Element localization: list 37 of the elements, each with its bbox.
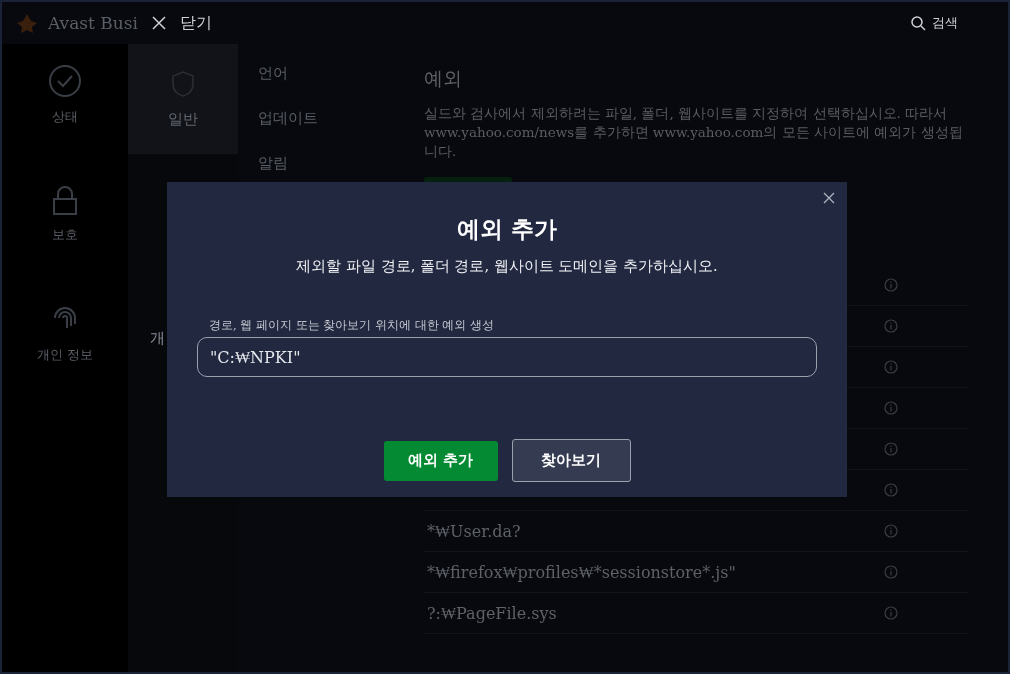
close-button[interactable]: 닫기 (151, 12, 212, 34)
exclusion-path: *₩firefox₩profiles₩*sessionstore*.js" (427, 562, 736, 582)
check-circle-icon (48, 64, 82, 98)
shield-icon (171, 69, 195, 98)
dialog-title: 예외 추가 (457, 214, 557, 244)
lock-icon (52, 186, 78, 216)
logo-icon (16, 12, 38, 34)
sidebar-item[interactable]: 보호 (2, 176, 128, 254)
section-description: 실드와 검사에서 제외하려는 파일, 폴더, 웹사이트를 지정하여 선택하십시오. 따라서 www.yahoo.com/news를 추가하면 www.yahoo.com의 모든 사이트에 예외가 생성됩니다. (424, 104, 964, 161)
info-icon[interactable] (884, 524, 898, 538)
info-icon[interactable] (884, 360, 898, 374)
close-icon[interactable] (821, 190, 837, 206)
info-icon[interactable] (884, 483, 898, 497)
app-name: Avast Busi (48, 13, 138, 33)
search-icon (911, 15, 926, 31)
info-icon[interactable] (884, 278, 898, 292)
subnav-item[interactable]: 알림 (258, 154, 402, 173)
subnav-item[interactable]: 업데이트 (258, 109, 402, 128)
subnav-item[interactable]: 언어 (258, 64, 402, 83)
info-icon[interactable] (884, 442, 898, 456)
info-icon[interactable] (884, 565, 898, 579)
sidebar-item[interactable]: 개인 정보 (2, 294, 128, 374)
browse-button[interactable]: 찾아보기 (511, 439, 631, 482)
sidebar-item[interactable]: 상태 (2, 54, 128, 136)
close-icon (151, 16, 166, 30)
info-icon[interactable] (884, 401, 898, 415)
info-icon[interactable] (884, 606, 898, 620)
add-exclusion-button[interactable]: 예외 추가 (383, 440, 498, 481)
exclusion-path: *₩User.da? (427, 521, 521, 541)
exclusion-path: ?:₩PageFile.sys (427, 603, 557, 623)
section-title: 예외 (424, 66, 463, 91)
info-icon[interactable] (884, 319, 898, 333)
dialog-subtitle: 제외할 파일 경로, 폴더 경로, 웹사이트 도메인을 추가하십시오. (296, 257, 718, 276)
path-input-field[interactable]: "C:₩NPKI" (197, 337, 817, 377)
search-button[interactable]: 검색 (905, 13, 964, 33)
field-label: 경로, 웹 페이지 또는 찾아보기 위치에 대한 예외 생성 (209, 318, 495, 333)
category-item[interactable]: 일반 (128, 44, 238, 154)
